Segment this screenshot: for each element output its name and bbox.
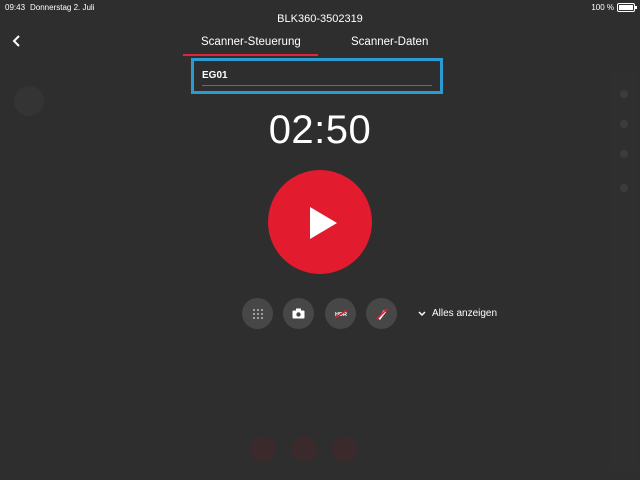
camera-icon [292, 308, 305, 319]
tab-scanner-data[interactable]: Scanner-Daten [351, 36, 428, 48]
chevron-left-icon [12, 35, 20, 47]
scan-name-value: EG01 [202, 70, 228, 81]
background-bottom-button [291, 436, 317, 462]
background-rail-icon [620, 184, 628, 192]
background-rail-icon [620, 90, 628, 98]
tab-scanner-control[interactable]: Scanner-Steuerung [201, 36, 301, 48]
status-date: Donnerstag 2. Juli [30, 3, 95, 12]
background-bottom-button [332, 436, 358, 462]
show-all-label: Alles anzeigen [432, 308, 498, 319]
start-scan-button[interactable] [268, 170, 372, 274]
hdr-off-icon: HDR [334, 308, 347, 319]
point-density-button[interactable] [242, 298, 273, 329]
scan-name-field[interactable]: EG01 [191, 58, 443, 94]
status-time: 09:43 [5, 3, 26, 12]
background-bottom-button [250, 436, 276, 462]
pen-off-icon [375, 307, 388, 320]
hdr-toggle-button[interactable]: HDR [325, 298, 356, 329]
play-icon [310, 207, 337, 239]
battery-percentage: 100 % [591, 3, 614, 12]
show-all-toggle[interactable]: Alles anzeigen [418, 308, 497, 319]
scan-timer: 02:50 [268, 108, 372, 152]
infrared-toggle-button[interactable] [366, 298, 397, 329]
battery-icon [617, 3, 637, 12]
field-underline [202, 85, 432, 86]
back-button[interactable] [12, 34, 26, 50]
dot-grid-icon [252, 308, 263, 319]
chevron-down-icon [418, 310, 426, 316]
image-capture-button[interactable] [283, 298, 314, 329]
active-tab-indicator [183, 54, 318, 56]
device-title: BLK360-3502319 [277, 13, 363, 25]
